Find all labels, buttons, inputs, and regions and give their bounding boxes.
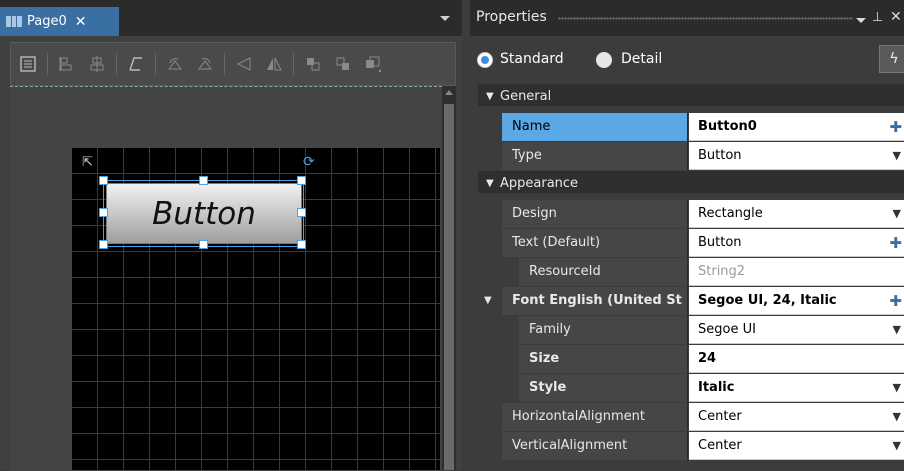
layout-toolbar [10,42,456,86]
rotate-handle-icon[interactable]: ⟳ [303,155,317,169]
property-value-design[interactable]: Rectangle ▼ [689,200,904,228]
property-value-text: Rectangle [698,206,763,221]
detail-radio-label[interactable]: Detail [621,51,662,67]
toolbar-divider [47,53,48,75]
property-name-text-default[interactable]: Text (Default) [502,229,688,257]
resize-handle-bottom-left[interactable] [99,240,108,249]
expand-triangle-icon[interactable]: ▼ [484,295,492,306]
property-value-text: String2 [698,264,746,279]
property-value-horizontalalignment[interactable]: Center ▼ [689,403,904,431]
property-name-size[interactable]: Size [519,345,688,373]
skew-icon[interactable] [123,51,149,77]
page-properties-icon[interactable] [15,51,41,77]
title-grip [558,17,853,20]
align-left-icon[interactable] [54,51,80,77]
plus-icon[interactable]: ✚ [889,287,902,314]
chevron-down-icon[interactable]: ▼ [893,142,901,169]
property-value-font-english-united-st[interactable]: Segoe UI, 24, Italic ✚ [689,287,904,315]
property-value-text: Button0 [698,119,757,134]
property-value-resourceid[interactable]: String2 [689,258,904,286]
resize-handle-bottom[interactable] [199,240,208,249]
button-widget[interactable]: Button [106,183,302,244]
chevron-down-icon[interactable]: ▼ [893,316,901,343]
property-value-family[interactable]: Segoe UI ▼ [689,316,904,344]
send-backward-icon[interactable] [330,51,356,77]
bring-to-front-icon[interactable] [360,51,386,77]
rotate-right-icon[interactable] [192,51,218,77]
chevron-down-icon[interactable] [856,18,866,23]
expand-triangle-icon[interactable]: ▼ [486,91,494,102]
bring-forward-icon[interactable] [300,51,326,77]
chevron-down-icon[interactable] [440,16,450,21]
resize-handle-top-left[interactable] [99,176,108,185]
plus-icon[interactable]: ✚ [889,229,902,256]
category-appearance[interactable]: ▼ Appearance [478,171,904,193]
detail-radio[interactable] [596,52,612,68]
expand-triangle-icon[interactable]: ▼ [486,178,494,189]
close-icon[interactable]: ✕ [890,9,902,25]
property-name-name[interactable]: Name [502,113,688,141]
property-value-text: Center [698,438,742,453]
scrollbar-thumb[interactable] [444,104,454,470]
properties-title: Properties [476,9,547,25]
property-value-text: Button [698,235,742,250]
property-value-style[interactable]: Italic ▼ [689,374,904,402]
standard-radio-label[interactable]: Standard [500,51,564,67]
align-center-icon[interactable] [84,51,110,77]
chevron-down-icon[interactable]: ▼ [893,374,901,401]
chevron-down-icon[interactable]: ▼ [893,403,901,430]
standard-radio[interactable] [477,52,493,68]
lightning-icon[interactable]: ϟ [879,45,904,73]
category-label: General [500,89,552,104]
resize-handle-right[interactable] [297,208,306,217]
tab-label: Page0 [27,14,67,29]
flip-horizontal-icon[interactable] [231,51,257,77]
property-value-type[interactable]: Button ▼ [689,142,904,170]
plus-icon[interactable]: ✚ [889,113,902,140]
property-value-text: Button [698,148,742,163]
property-name-horizontalalignment[interactable]: HorizontalAlignment [502,403,688,431]
page-icon [6,16,22,27]
property-value-text: 24 [698,351,717,366]
toolbar-divider [293,53,294,75]
close-icon[interactable]: ✕ [75,14,87,30]
category-general[interactable]: ▼ General [478,84,904,106]
property-value-text: Italic [698,380,735,395]
property-name-font-english-united-st[interactable]: Font English (United St [502,287,688,315]
category-label: Appearance [500,176,579,191]
flip-vertical-icon[interactable] [261,51,287,77]
resize-handle-bottom-right[interactable] [297,240,306,249]
toolbar-divider [116,53,117,75]
resize-handle-left[interactable] [99,208,108,217]
toolbar-divider [224,53,225,75]
resize-handle-top-right[interactable] [297,176,306,185]
tab-page0[interactable]: Page0 ✕ [0,7,119,36]
property-name-resourceid[interactable]: ResourceId [519,258,688,286]
property-value-text: Center [698,409,742,424]
property-value-name[interactable]: Button0 ✚ [689,113,904,141]
chevron-down-icon[interactable]: ▼ [893,432,901,459]
property-name-type[interactable]: Type [502,142,688,170]
property-name-verticalalignment[interactable]: VerticalAlignment [502,432,688,460]
property-name-family[interactable]: Family [519,316,688,344]
property-name-style[interactable]: Style [519,374,688,402]
toolbar-divider [155,53,156,75]
property-value-text: Segoe UI [698,322,756,337]
property-value-verticalalignment[interactable]: Center ▼ [689,432,904,460]
property-value-text: Segoe UI, 24, Italic [698,293,837,308]
property-value-text-default[interactable]: Button ✚ [689,229,904,257]
chevron-down-icon[interactable]: ▼ [893,200,901,227]
property-value-size[interactable]: 24 [689,345,904,373]
property-name-design[interactable]: Design [502,200,688,228]
resize-handle-top[interactable] [199,176,208,185]
skew-handle-icon[interactable]: ⇱ [82,156,96,170]
pin-icon[interactable]: ⊥ [872,10,883,25]
scroll-up-icon[interactable] [445,90,453,95]
rotate-left-icon[interactable] [162,51,188,77]
